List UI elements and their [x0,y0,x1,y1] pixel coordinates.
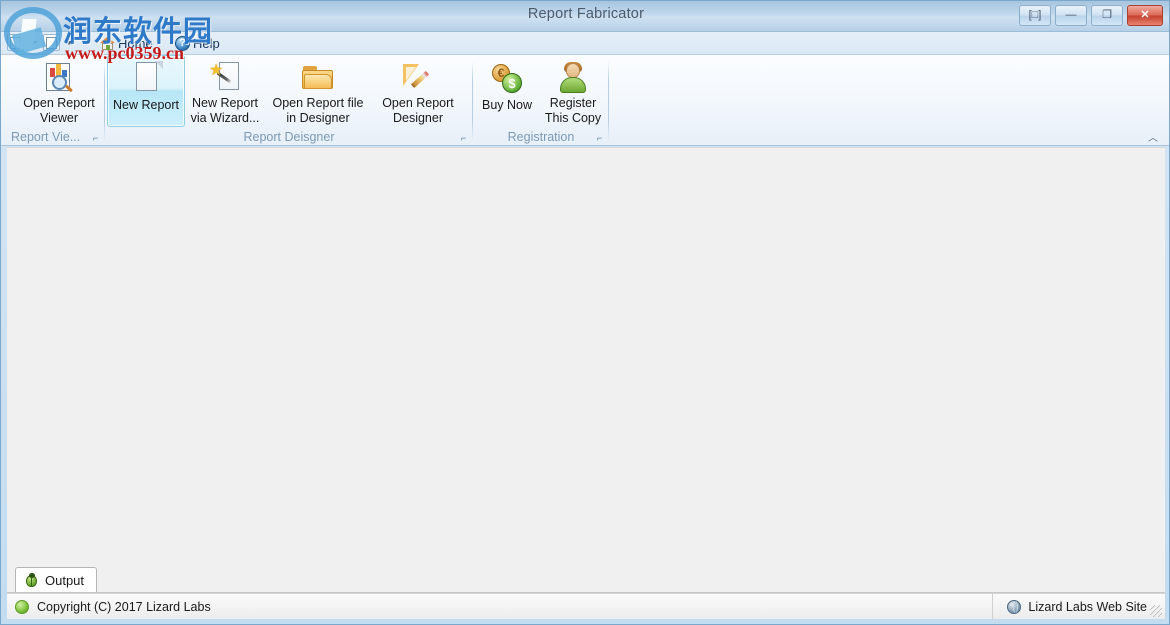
new-report-label: New Report [113,98,179,112]
open-report-designer-label: Open Report Designer [382,96,454,125]
buy-now-label: Buy Now [481,98,533,112]
chevron-down-icon[interactable] [29,41,37,45]
open-report-designer-button[interactable]: Open Report Designer [371,55,465,127]
registration-dialog-launcher[interactable]: ⌐ [594,133,605,144]
register-this-copy-label: Register This Copy [544,96,602,125]
report-designer-group: New Report ★ New Report via Wizard... Op… [105,55,473,147]
quick-access-toolbar[interactable] [3,32,89,54]
chevron-down-icon[interactable] [65,41,73,45]
document-icon[interactable] [7,34,24,51]
new-report-via-wizard-label: New Report via Wizard... [190,96,260,125]
help-icon: ? [175,36,190,51]
tab-output-label: Output [45,572,85,588]
application-window: Report Fabricator [□] — ❐ ✕ Home ? Help … [0,0,1170,625]
tab-home-label: Home [118,36,153,51]
report-designer-dialog-launcher[interactable]: ⌐ [458,133,469,144]
coins-icon: € $ [490,61,524,95]
tab-home[interactable]: Home [93,33,160,54]
open-report-file-in-designer-label: Open Report file in Designer [272,96,364,125]
window-controls: [□] — ❐ ✕ [1019,5,1163,26]
report-viewer-group: Open Report Viewer Report Vie... ⌐ [5,55,105,147]
website-link[interactable]: Lizard Labs Web Site [992,593,1165,620]
user-icon [556,61,590,93]
status-bar: Copyright (C) 2017 Lizard Labs Lizard La… [7,593,1165,620]
group-separator [608,61,609,141]
home-icon [100,36,115,51]
new-report-button[interactable]: New Report [107,55,185,127]
new-report-via-wizard-button[interactable]: ★ New Report via Wizard... [185,55,265,127]
open-report-viewer-label: Open Report Viewer [23,96,95,125]
ruler-pencil-icon [401,61,435,93]
document-icon[interactable] [43,34,60,51]
tab-help-label: Help [193,36,220,51]
globe-icon [1007,599,1022,614]
registration-group: € $ Buy Now Register This Copy Registrati… [473,55,609,147]
close-icon: ✕ [1140,9,1150,21]
register-this-copy-button[interactable]: Register This Copy [539,55,607,127]
report-viewer-dialog-launcher[interactable]: ⌐ [90,133,101,144]
website-link-label: Lizard Labs Web Site [1028,599,1147,614]
window-title: Report Fabricator [527,6,645,22]
open-report-viewer-button[interactable]: Open Report Viewer [13,55,105,127]
resize-grip[interactable] [1150,605,1162,617]
report-viewer-icon [42,61,76,93]
status-led-icon [15,599,29,614]
report-designer-group-label: Report Deisgner [243,130,335,144]
tab-help[interactable]: ? Help [168,33,227,54]
bug-icon [24,572,39,588]
output-dock: Output [7,561,1165,593]
ribbon-tab-strip: Home ? Help [1,32,1169,54]
open-report-file-in-designer-button[interactable]: Open Report file in Designer [265,55,371,127]
restore-down-icon: [□] [1028,9,1042,21]
minimize-button[interactable]: — [1055,5,1087,26]
workspace-area [7,147,1165,561]
maximize-button[interactable]: ❐ [1091,5,1123,26]
new-page-icon [129,61,163,95]
ribbon: Open Report Viewer Report Vie... ⌐ New R… [1,54,1169,147]
folder-open-icon [301,61,335,93]
minimize-icon: — [1065,9,1077,21]
buy-now-button[interactable]: € $ Buy Now [475,55,539,127]
copyright-text: Copyright (C) 2017 Lizard Labs [37,599,211,614]
chevron-up-icon[interactable]: ︿ [1145,128,1161,144]
maximize-icon: ❐ [1102,9,1112,21]
status-left-section: Copyright (C) 2017 Lizard Labs [7,599,992,614]
new-page-wizard-icon: ★ [208,61,242,93]
restore-down-button[interactable]: [□] [1019,5,1051,26]
registration-group-label: Registration [507,130,575,144]
title-bar[interactable]: Report Fabricator [□] — ❐ ✕ [1,1,1169,32]
close-button[interactable]: ✕ [1127,5,1163,26]
tab-output[interactable]: Output [15,567,98,592]
